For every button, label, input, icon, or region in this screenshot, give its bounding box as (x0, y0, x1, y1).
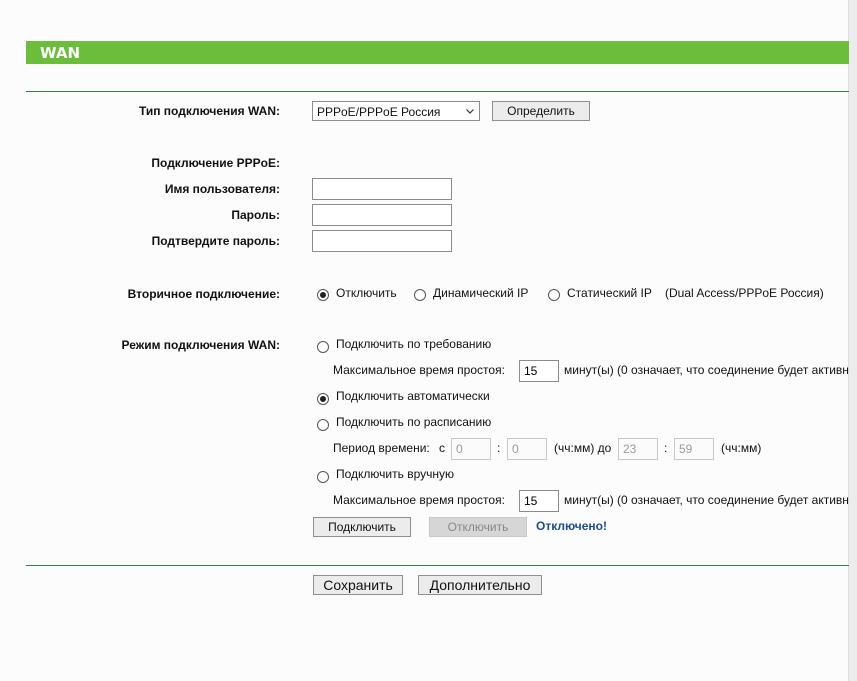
mode-radio-auto[interactable] (317, 393, 329, 405)
connection-status: Отключено! (536, 519, 607, 533)
from-unit-label: (чч:мм) до (554, 441, 612, 455)
mode-auto-label: Подключить автоматически (336, 389, 490, 403)
from-minute-input[interactable] (507, 438, 547, 460)
confirm-password-input[interactable] (312, 230, 452, 252)
password-input[interactable] (312, 204, 452, 226)
divider-bottom (26, 565, 849, 566)
password-label: Пароль: (231, 208, 280, 222)
from-colon: : (497, 441, 501, 455)
to-hour-input[interactable] (618, 438, 658, 460)
secondary-note: (Dual Access/PPPoE Россия) (665, 286, 824, 300)
mode-radio-on-demand[interactable] (317, 341, 329, 353)
to-unit-label: (чч:мм) (721, 441, 762, 455)
pppoe-section-label: Подключение PPPoE: (151, 156, 280, 170)
mode-on-demand-label: Подключить по требованию (336, 337, 492, 351)
section-header: WAN (26, 41, 849, 64)
secondary-radio-dynamic[interactable] (414, 289, 426, 301)
username-label: Имя пользователя: (164, 182, 280, 196)
mode-radio-schedule[interactable] (317, 419, 329, 431)
disconnect-button[interactable]: Отключить (429, 517, 527, 537)
idle-time-label-2: Максимальное время простоя: (333, 493, 505, 507)
save-button[interactable]: Сохранить (313, 575, 403, 595)
idle-time-label-1: Максимальное время простоя: (333, 363, 505, 377)
period-from-label: с (439, 441, 445, 455)
idle-time-input-2[interactable] (519, 490, 559, 512)
advanced-button[interactable]: Дополнительно (418, 575, 542, 595)
confirm-password-label: Подтвердите пароль: (151, 234, 280, 248)
wan-type-selected: PPPoE/PPPoE Россия (317, 105, 441, 119)
mode-radio-manual[interactable] (317, 471, 329, 483)
page-title: WAN (40, 44, 81, 62)
secondary-option-dynamic: Динамический IP (433, 286, 529, 300)
mode-label: Режим подключения WAN: (121, 338, 280, 352)
period-label: Период времени: (333, 441, 430, 455)
mode-manual-label: Подключить вручную (336, 467, 454, 481)
connect-button[interactable]: Подключить (313, 517, 411, 537)
to-minute-input[interactable] (674, 438, 714, 460)
wan-type-select[interactable]: PPPoE/PPPoE Россия (312, 101, 480, 121)
idle-time-suffix-1: минут(ы) (0 означает, что соединение буд… (564, 363, 849, 377)
divider-top (26, 91, 849, 92)
idle-time-input-1[interactable] (519, 360, 559, 382)
to-colon: : (664, 441, 668, 455)
secondary-radio-static[interactable] (548, 289, 560, 301)
mode-schedule-label: Подключить по расписанию (336, 415, 492, 429)
scrollbar[interactable] (848, 0, 857, 681)
secondary-radio-disable[interactable] (317, 289, 329, 301)
secondary-option-static: Статический IP (567, 286, 652, 300)
secondary-label: Вторичное подключение: (127, 287, 280, 301)
secondary-option-disable: Отключить (336, 286, 397, 300)
username-input[interactable] (312, 178, 452, 200)
from-hour-input[interactable] (451, 438, 491, 460)
wan-type-label: Тип подключения WAN: (138, 104, 280, 118)
idle-time-suffix-2: минут(ы) (0 означает, что соединение буд… (564, 493, 849, 507)
detect-button[interactable]: Определить (492, 101, 590, 121)
chevron-down-icon (466, 109, 474, 114)
